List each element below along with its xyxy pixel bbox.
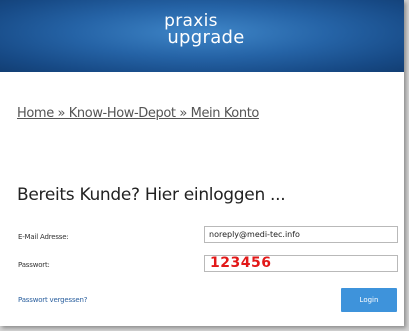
email-field[interactable]: noreply@medi-tec.info bbox=[204, 226, 398, 243]
forgot-password-link[interactable]: Passwort vergessen? bbox=[18, 296, 87, 304]
logo-line2: upgrade bbox=[167, 27, 245, 48]
login-title: Bereits Kunde? Hier einloggen ... bbox=[17, 185, 286, 205]
email-label: E-Mail Adresse: bbox=[18, 233, 69, 241]
password-label: Passwort: bbox=[18, 261, 50, 269]
login-button[interactable]: Login bbox=[341, 288, 397, 312]
password-field[interactable]: 123456 bbox=[204, 255, 398, 272]
email-value: noreply@medi-tec.info bbox=[209, 230, 300, 239]
site-header: praxis upgrade bbox=[0, 0, 404, 72]
login-page: praxis upgrade Home » Know-How-Depot » M… bbox=[0, 0, 404, 326]
password-value: 123456 bbox=[210, 255, 272, 271]
breadcrumb[interactable]: Home » Know-How-Depot » Mein Konto bbox=[17, 106, 259, 121]
